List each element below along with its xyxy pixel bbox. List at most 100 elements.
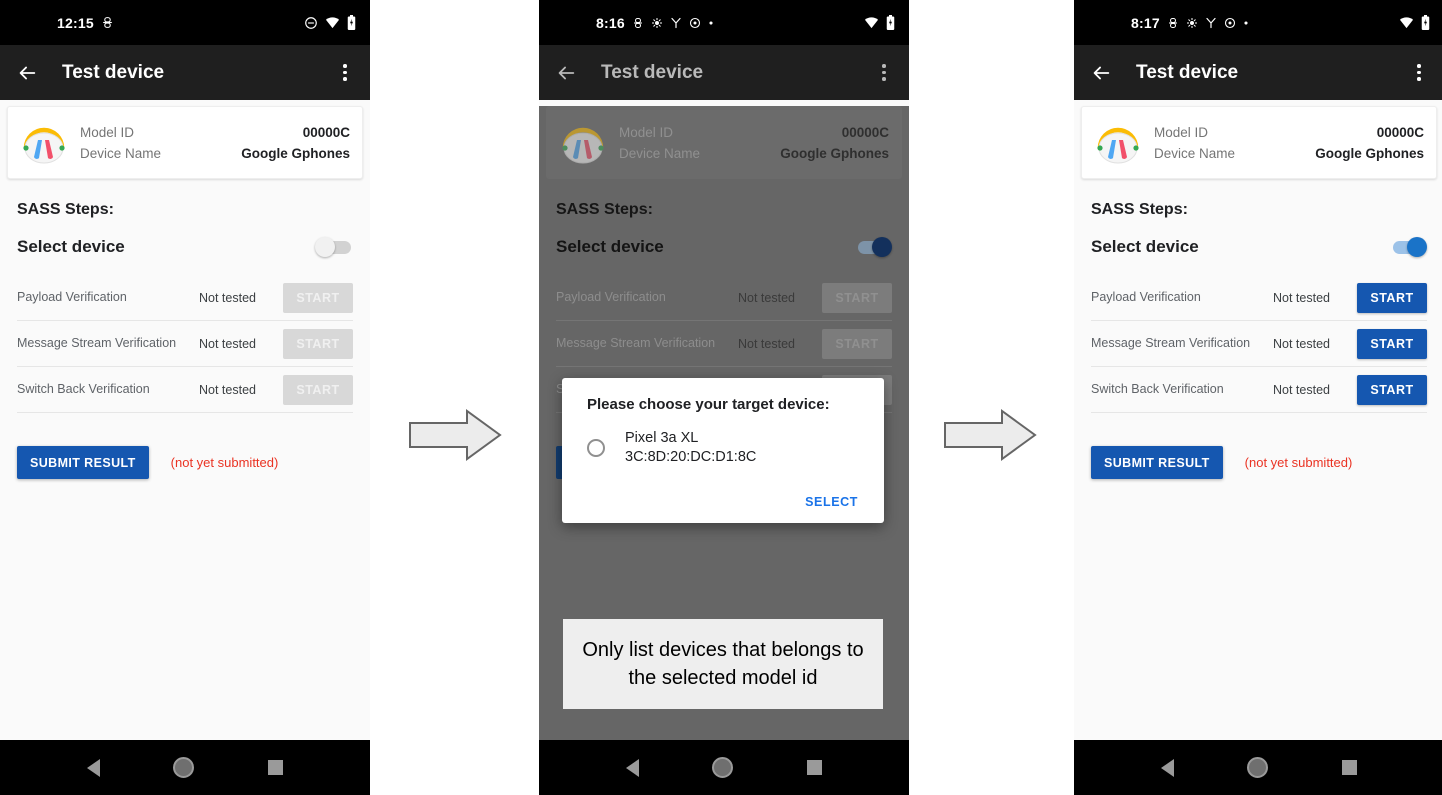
back-arrow-icon[interactable] <box>1088 60 1114 86</box>
device-row-model-id: Model ID 00000C <box>619 122 889 143</box>
headphones-icon <box>555 115 611 170</box>
submit-result-button[interactable]: SUBMIT RESULT <box>1091 446 1223 479</box>
phone-panel-selected: 8:17 Test device Model ID 00000C Device … <box>1074 0 1442 795</box>
device-card: Model ID 00000C Device Name Google Gphon… <box>546 106 902 179</box>
app-bar: Test device <box>1074 45 1442 100</box>
overflow-menu-icon[interactable] <box>873 60 895 86</box>
model-id-label: Model ID <box>1154 124 1209 140</box>
annotation-callout: Only list devices that belongs to the se… <box>563 619 883 709</box>
model-id-value: 00000C <box>1376 124 1424 140</box>
test-name: Payload Verification <box>556 289 666 304</box>
device-option-mac: 3C:8D:20:DC:D1:8C <box>625 448 757 465</box>
battery-icon <box>347 15 356 30</box>
status-bar-left: 8:17 <box>1131 15 1249 31</box>
start-button[interactable]: START <box>822 328 892 359</box>
settings-icon <box>689 17 700 28</box>
model-id-value: 00000C <box>302 124 350 140</box>
model-id-value: 00000C <box>841 124 889 140</box>
screen-content: Model ID 00000C Device Name Google Gphon… <box>539 106 909 795</box>
select-button[interactable]: SELECT <box>797 489 866 515</box>
status-bar: 8:17 <box>1074 0 1442 45</box>
phone-panel-dialog: 8:16 Test device Model ID 00000C Device … <box>539 0 909 795</box>
select-device-row: Select device <box>556 237 892 257</box>
test-name: Message Stream Verification <box>556 335 716 350</box>
start-button[interactable]: START <box>283 328 353 359</box>
select-device-label: Select device <box>17 237 125 256</box>
model-id-label: Model ID <box>80 124 135 140</box>
recents-nav-icon[interactable] <box>268 760 284 775</box>
back-arrow-icon[interactable] <box>14 60 40 86</box>
settings-icon <box>1224 17 1235 28</box>
test-name: Switch Back Verification <box>1091 381 1224 396</box>
page-title: Test device <box>62 61 165 83</box>
device-row-device-name: Device Name Google Gphones <box>619 143 889 164</box>
status-time: 8:16 <box>596 14 625 31</box>
flow-arrow-1 <box>409 409 502 461</box>
start-button[interactable]: START <box>822 282 892 313</box>
device-name-label: Device Name <box>80 145 162 161</box>
select-device-toggle[interactable] <box>854 237 892 257</box>
screenshot-stage: 12:15 Test device Model ID 00000C Device… <box>0 0 1442 795</box>
device-row-device-name: Device Name Google Gphones <box>1154 143 1424 164</box>
start-button[interactable]: START <box>283 282 353 313</box>
start-button[interactable]: START <box>1357 328 1427 359</box>
overflow-menu-icon[interactable] <box>334 60 356 86</box>
table-row: Message Stream Verification Not tested S… <box>556 321 892 367</box>
sync-icon <box>651 17 662 28</box>
radio-button-icon[interactable] <box>587 438 605 457</box>
vpn-icon <box>671 17 681 28</box>
device-option-texts: Pixel 3a XL 3C:8D:20:DC:D1:8C <box>625 429 756 467</box>
table-row: Message Stream Verification Not tested S… <box>17 321 353 367</box>
back-nav-icon[interactable] <box>1160 758 1174 777</box>
android-debug-icon <box>102 17 112 28</box>
table-row: Payload Verification Not tested START <box>556 275 892 321</box>
status-bar-right <box>1399 15 1430 30</box>
page-title: Test device <box>601 61 704 83</box>
start-button[interactable]: START <box>1357 282 1427 313</box>
android-debug-icon <box>1168 17 1177 28</box>
device-row-device-name: Device Name Google Gphones <box>80 143 350 164</box>
test-name: Payload Verification <box>17 289 127 304</box>
test-status: Not tested <box>199 290 256 305</box>
recents-nav-icon[interactable] <box>1342 760 1358 775</box>
home-nav-icon[interactable] <box>712 757 734 778</box>
dot-icon <box>1244 20 1248 25</box>
status-bar: 12:15 <box>0 0 370 45</box>
back-nav-icon[interactable] <box>625 758 639 777</box>
back-arrow-icon[interactable] <box>553 60 579 86</box>
test-name: Switch Back Verification <box>17 381 150 396</box>
submit-row: SUBMIT RESULT (not yet submitted) <box>17 446 353 479</box>
overflow-menu-icon[interactable] <box>1408 60 1430 86</box>
test-status: Not tested <box>199 336 256 351</box>
start-button[interactable]: START <box>283 374 353 405</box>
wifi-icon <box>864 17 879 29</box>
back-nav-icon[interactable] <box>86 758 100 777</box>
screen-content: Model ID 00000C Device Name Google Gphon… <box>1074 106 1442 795</box>
app-bar: Test device <box>539 45 909 100</box>
home-nav-icon[interactable] <box>173 757 195 778</box>
headphones-icon <box>16 115 72 170</box>
test-name: Payload Verification <box>1091 289 1201 304</box>
device-info-rows: Model ID 00000C Device Name Google Gphon… <box>619 122 889 164</box>
device-option-row[interactable]: Pixel 3a XL 3C:8D:20:DC:D1:8C <box>587 429 884 467</box>
test-name: Message Stream Verification <box>17 335 177 350</box>
model-id-label: Model ID <box>619 124 674 140</box>
android-nav-bar <box>539 740 909 795</box>
wifi-icon <box>325 17 340 29</box>
device-name-value: Google Gphones <box>780 145 889 161</box>
recents-nav-icon[interactable] <box>807 760 823 775</box>
device-info-rows: Model ID 00000C Device Name Google Gphon… <box>1154 122 1424 164</box>
select-device-toggle[interactable] <box>315 237 353 257</box>
wifi-icon <box>1399 17 1414 29</box>
status-time: 8:17 <box>1131 14 1160 31</box>
android-nav-bar <box>1074 740 1442 795</box>
status-time: 12:15 <box>57 14 94 31</box>
vpn-icon <box>1206 17 1216 28</box>
status-bar-left: 12:15 <box>57 15 114 31</box>
submit-result-button[interactable]: SUBMIT RESULT <box>17 446 149 479</box>
sass-steps-heading: SASS Steps: <box>556 201 653 218</box>
table-row: Payload Verification Not tested START <box>17 275 353 321</box>
home-nav-icon[interactable] <box>1247 757 1269 778</box>
select-device-toggle[interactable] <box>1389 237 1427 257</box>
start-button[interactable]: START <box>1357 374 1427 405</box>
